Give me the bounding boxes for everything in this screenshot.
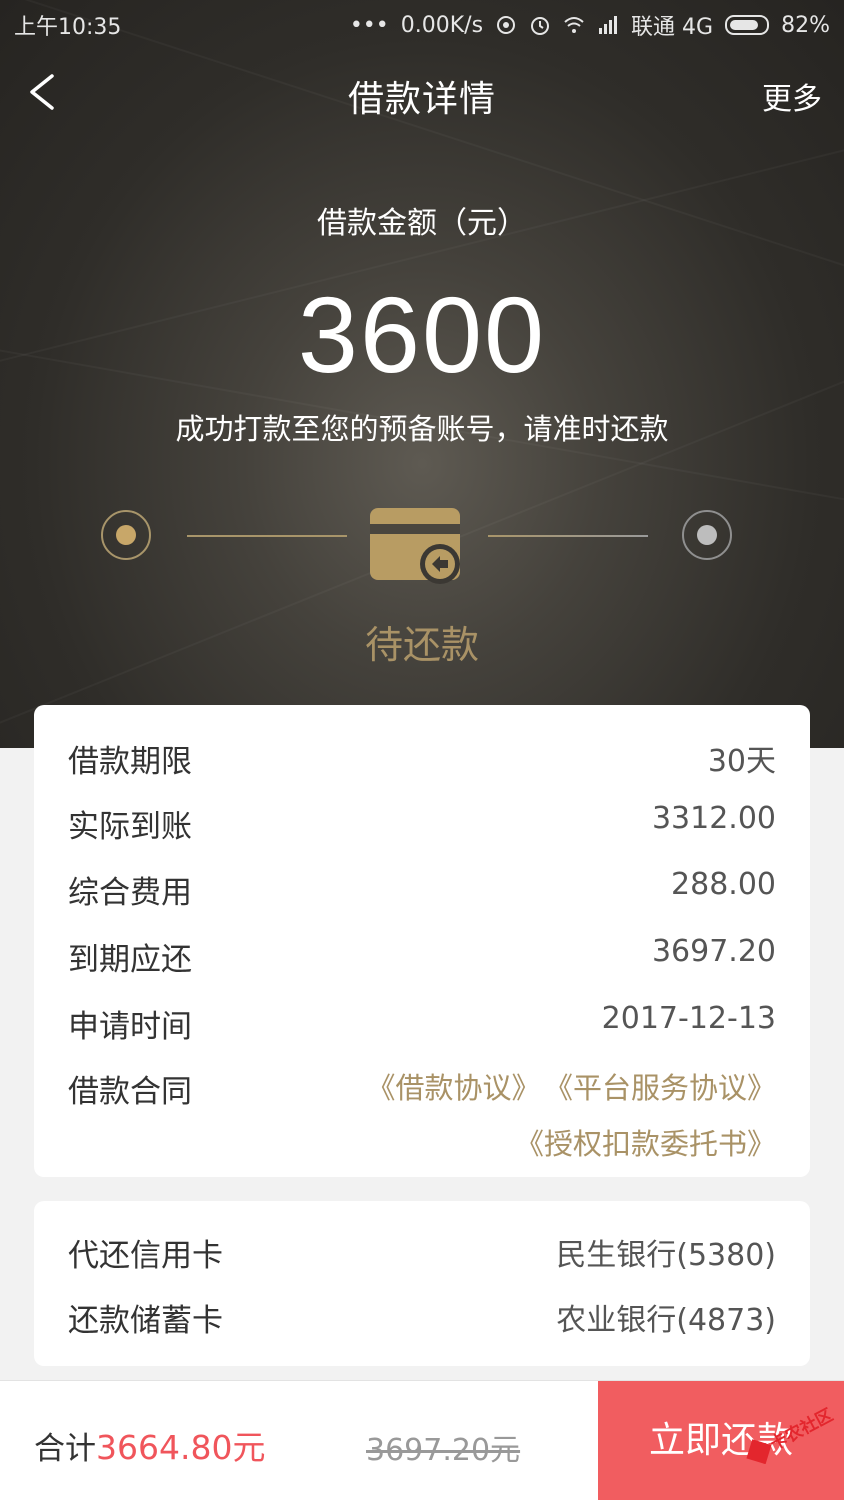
card-value: 民生银行(5380): [556, 1238, 776, 1273]
navigation-bar: 借款详情 更多: [0, 56, 844, 128]
platform-service-link[interactable]: 《平台服务协议》: [558, 1071, 776, 1105]
detail-row: 借款期限 30天: [68, 736, 776, 780]
watermark-logo: 卡农社区: [746, 1404, 837, 1464]
detail-value: 30天: [707, 744, 776, 779]
detail-value: 2017-12-13: [601, 1001, 776, 1036]
contract-key: 借款合同: [68, 1074, 192, 1110]
net-speed: 0.00K/s: [400, 12, 484, 38]
status-bar: 上午10:35 ••• 0.00K/s 联通 4G 82%: [0, 0, 844, 46]
card-row[interactable]: 代还信用卡 民生银行(5380): [68, 1230, 776, 1274]
contract-links-line1: 《借款协议》 《平台服务协议》: [348, 1065, 776, 1107]
total-value: 3664.80元: [96, 1428, 266, 1467]
card-key: 还款储蓄卡: [68, 1303, 223, 1339]
detail-value: 3312.00: [651, 801, 776, 836]
debit-authorization-link[interactable]: 《授权扣款委托书》: [515, 1127, 776, 1161]
detail-row: 实际到账 3312.00: [68, 801, 776, 845]
sync-icon: [497, 16, 516, 34]
repay-card-icon: [370, 508, 460, 584]
loan-agreement-link[interactable]: 《借款协议》: [366, 1071, 540, 1105]
status-time: 上午10:35: [14, 15, 122, 40]
detail-row: 到期应还 3697.20: [68, 934, 776, 978]
loan-status: 待还款: [364, 623, 479, 667]
card-value: 农业银行(4873): [556, 1303, 776, 1338]
amount-note: 成功打款至您的预备账号，请准时还款: [175, 412, 669, 446]
total-label: 合计3664.80元: [34, 1421, 265, 1469]
progress-line-right: [488, 535, 648, 537]
card-row[interactable]: 还款储蓄卡 农业银行(4873): [68, 1295, 776, 1339]
detail-key: 综合费用: [68, 875, 192, 911]
detail-value: 288.00: [671, 867, 776, 902]
card-key: 代还信用卡: [68, 1238, 223, 1274]
loan-details-panel: 借款期限 30天 实际到账 3312.00 综合费用 288.00 到期应还 3…: [34, 705, 810, 1177]
detail-value: 3697.20: [651, 934, 776, 969]
page-title: 借款详情: [347, 79, 496, 120]
more-button[interactable]: 更多: [762, 74, 822, 118]
loan-amount: 3600: [297, 274, 547, 395]
footer-bar: 合计3664.80元 3697.20元 立即还款: [0, 1380, 844, 1500]
total-label-text: 合计: [34, 1431, 96, 1467]
progress-dot-end-icon: [682, 510, 732, 560]
progress-dot-start-icon: [101, 510, 151, 560]
contract-links-line2: 《授权扣款委托书》: [497, 1121, 776, 1163]
cards-panel: 代还信用卡 民生银行(5380) 还款储蓄卡 农业银行(4873): [34, 1201, 810, 1366]
carrier: 联通 4G: [631, 15, 714, 40]
loan-progress: [0, 490, 844, 590]
battery-percent: 82%: [781, 12, 830, 38]
detail-key: 到期应还: [68, 942, 192, 978]
amount-label: 借款金额（元）: [317, 206, 527, 241]
wifi-icon: [564, 17, 584, 33]
alarm-icon: [531, 17, 550, 35]
original-amount: 3697.20元: [366, 1433, 521, 1468]
detail-key: 申请时间: [68, 1009, 192, 1045]
more-dots-icon: •••: [349, 12, 389, 38]
battery-icon: [725, 15, 770, 35]
detail-key: 实际到账: [68, 809, 192, 845]
detail-row: 综合费用 288.00: [68, 867, 776, 911]
progress-line-left: [187, 535, 347, 537]
signal-icon: [599, 16, 618, 34]
detail-row: 申请时间 2017-12-13: [68, 1001, 776, 1045]
detail-key: 借款期限: [68, 744, 192, 780]
svg-text:卡农社区: 卡农社区: [767, 1404, 837, 1454]
